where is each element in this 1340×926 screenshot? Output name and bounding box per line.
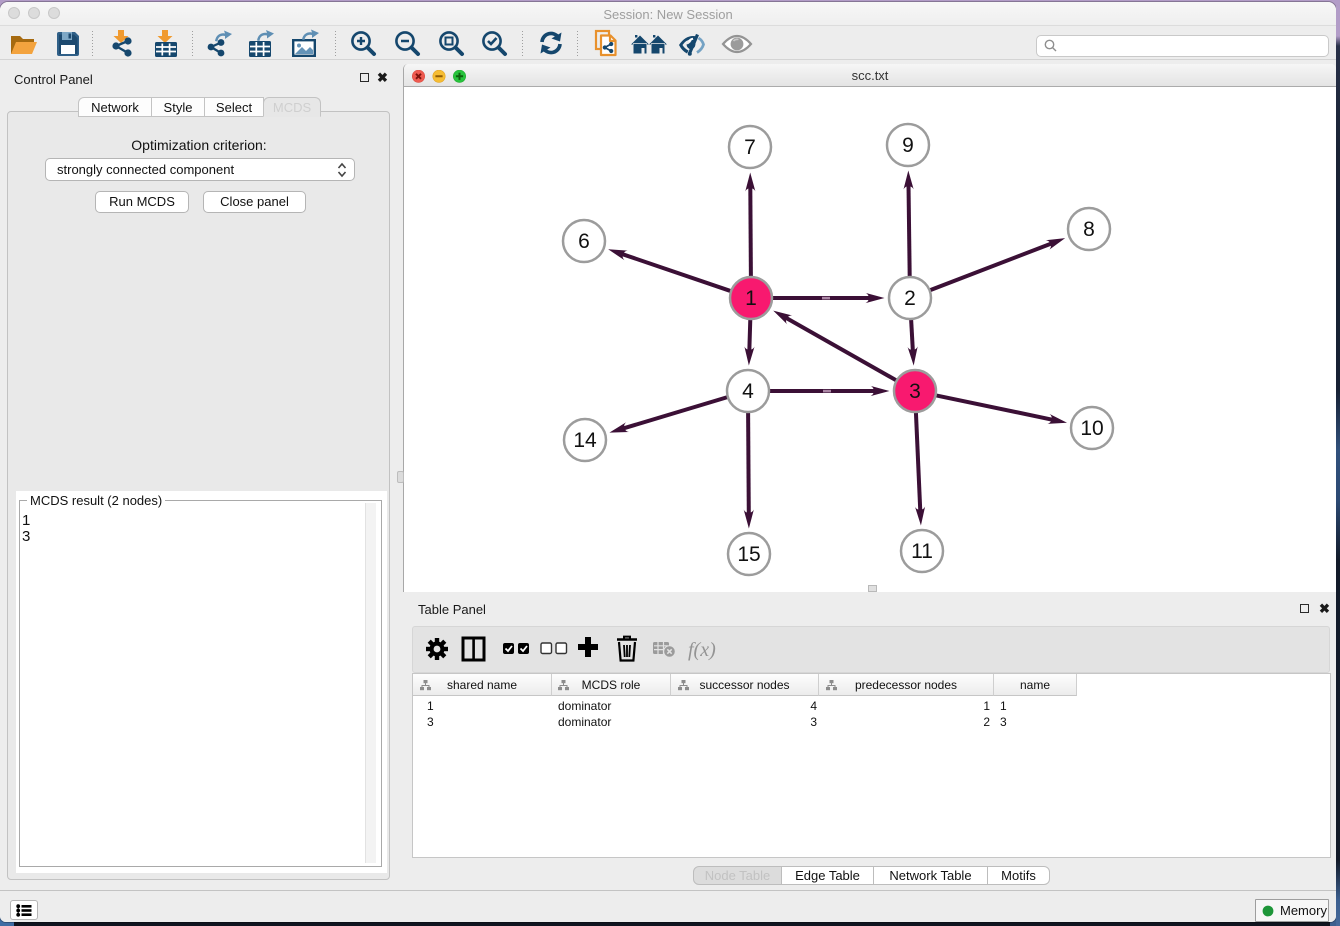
svg-text:10: 10	[1080, 417, 1103, 440]
svg-text:4: 4	[742, 380, 754, 403]
svg-text:9: 9	[902, 134, 914, 157]
svg-text:6: 6	[578, 230, 590, 253]
svg-text:2: 2	[904, 287, 916, 310]
svg-text:1: 1	[745, 287, 757, 310]
svg-text:7: 7	[744, 136, 756, 159]
svg-text:14: 14	[573, 429, 597, 452]
svg-text:11: 11	[911, 540, 933, 563]
svg-text:8: 8	[1083, 218, 1095, 241]
svg-text:3: 3	[909, 380, 921, 403]
svg-text:f(x): f(x)	[688, 639, 716, 661]
svg-text:15: 15	[737, 543, 760, 566]
